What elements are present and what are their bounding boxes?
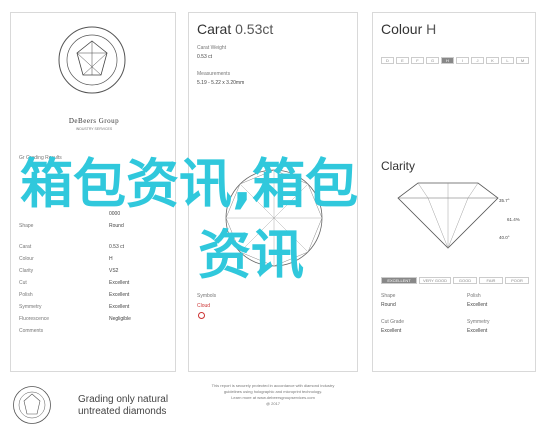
footer-note: This report is securely protected in acc… xyxy=(188,383,358,407)
depth-value: 35.7° xyxy=(499,198,510,203)
scale-item: K xyxy=(486,57,499,64)
scale-item: D xyxy=(381,57,394,64)
footer-seal-icon xyxy=(13,386,51,424)
measurements-label: Measurements xyxy=(197,71,231,77)
depth-value: 61.4% xyxy=(507,217,520,222)
row-value: VS2 xyxy=(109,268,119,274)
diamond-profile-icon xyxy=(397,182,499,249)
scale-item: GOOD xyxy=(453,277,477,284)
clarity-title: Clarity xyxy=(381,159,416,173)
row-label: Carat xyxy=(19,244,32,250)
carat-title-label: Carat xyxy=(197,21,232,37)
colour-title-value: H xyxy=(426,21,437,37)
row-label: Polish xyxy=(19,292,33,298)
row-value: Excellent xyxy=(109,292,130,298)
cut-grade-label: Cut Grade xyxy=(381,319,405,325)
symbol-label: Symbols xyxy=(197,293,217,299)
row-label: Comments xyxy=(19,328,44,334)
scale-item: POOR xyxy=(505,277,529,284)
scale-item: H xyxy=(441,57,454,64)
carat-weight-label: Carat Weight xyxy=(197,45,227,51)
cut-grade-value: Excellent xyxy=(381,328,402,334)
scale-item: F xyxy=(411,57,424,64)
colour-title-label: Colour xyxy=(381,21,423,37)
polish-label: Polish xyxy=(467,293,481,299)
scale-item: L xyxy=(501,57,514,64)
tagline-line1: Grading only natural xyxy=(78,394,169,405)
carat-title: Carat 0.53ct xyxy=(197,21,273,37)
polish-value: Excellent xyxy=(467,302,488,308)
tagline-line2: untreated diamonds xyxy=(78,406,167,417)
row-value: H xyxy=(109,256,113,262)
scale-item: I xyxy=(456,57,469,64)
scale-item: G xyxy=(426,57,439,64)
depth-value: 40.0° xyxy=(499,235,510,240)
scale-item: M xyxy=(516,57,529,64)
colour-title: Colour H xyxy=(381,21,436,37)
scale-item: E xyxy=(396,57,409,64)
symmetry-value: Excellent xyxy=(467,328,488,334)
overlay-text-line2: 资讯 xyxy=(198,225,304,286)
measurements-value: 5.19 - 5.22 x 3.20mm xyxy=(197,80,245,86)
shape-value: Round xyxy=(381,302,396,308)
right-panel: Colour H D E F G H I J K L M Clarity 35.… xyxy=(372,12,536,372)
brand-name: DeBeers Group xyxy=(68,117,120,125)
footer-note-line: @ 2017 xyxy=(265,401,281,406)
row-label: Symmetry xyxy=(19,304,42,310)
row-label: Clarity xyxy=(19,268,34,274)
row-value: 0.53 ct xyxy=(109,244,125,250)
row-value: Excellent xyxy=(109,280,130,286)
row-value: Excellent xyxy=(109,304,130,310)
overlay-text-line1: 箱包资讯,箱包 xyxy=(20,154,359,215)
scale-item: VERY GOOD xyxy=(419,277,451,284)
seal-icon xyxy=(58,26,126,94)
scale-item: FAIR xyxy=(479,277,503,284)
row-value: Negligible xyxy=(109,316,131,322)
cloud-symbol-icon xyxy=(198,312,205,319)
carat-weight-value: 0.53 ct xyxy=(197,54,213,60)
shape-label: Shape xyxy=(381,293,396,299)
brand-sub: INDUSTRY SERVICES xyxy=(75,127,113,131)
symbol-value: Cloud xyxy=(197,303,211,309)
scale-item: EXCELLENT xyxy=(381,277,417,284)
row-label: Colour xyxy=(19,256,34,262)
symmetry-label: Symmetry xyxy=(467,319,490,325)
row-label: Shape xyxy=(19,223,34,229)
row-label: Fluorescence xyxy=(19,316,50,322)
scale-item: J xyxy=(471,57,484,64)
cut-scale: EXCELLENT VERY GOOD GOOD FAIR POOR xyxy=(381,277,529,284)
carat-title-value: 0.53ct xyxy=(235,21,274,37)
row-value: Round xyxy=(109,223,124,229)
row-label: Cut xyxy=(19,280,27,286)
colour-scale: D E F G H I J K L M xyxy=(381,57,529,64)
